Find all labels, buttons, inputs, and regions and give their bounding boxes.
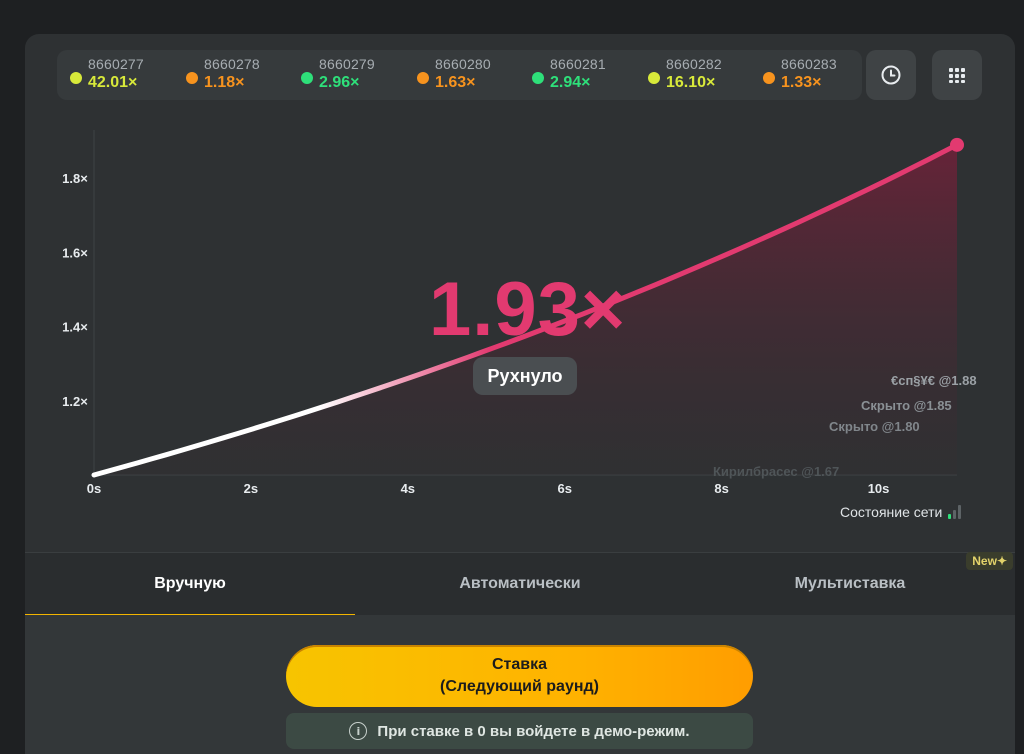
y-tick-label: 1.6× (62, 245, 88, 260)
crashed-badge: Рухнуло (473, 357, 577, 395)
cashout-label: Кирилбрасес @1.67 (713, 464, 840, 479)
x-tick-label: 2s (244, 481, 258, 496)
info-text: При ставке в 0 вы войдете в демо-режим. (377, 722, 690, 740)
cashout-label: €сп§¥€ @1.88 (891, 373, 977, 388)
bet-mode-tabs: Вручную Автоматически Мультиставка New✦ (25, 552, 1015, 616)
cashout-label: Скрыто @1.85 (861, 398, 952, 413)
game-panel: 8660277 42.01× 8660278 1.18× 8660279 2.9… (25, 34, 1015, 754)
tab-manual[interactable]: Вручную (25, 553, 355, 615)
x-tick-label: 8s (714, 481, 728, 496)
network-status: Состояние сети (840, 504, 962, 520)
bet-area: Ставка (Следующий раунд) i При ставке в … (25, 615, 1015, 754)
current-multiplier: 1.93× (429, 267, 627, 352)
x-tick-label: 0s (87, 481, 101, 496)
demo-info-banner: i При ставке в 0 вы войдете в демо-режим… (286, 713, 753, 749)
bet-button-title: Ставка (491, 656, 548, 673)
bet-button-subtitle: (Следующий раунд) (440, 678, 599, 695)
x-tick-label: 10s (868, 481, 890, 496)
network-label: Состояние сети (840, 504, 943, 520)
y-tick-label: 1.2× (62, 394, 88, 409)
tab-label: Вручную (154, 575, 226, 592)
tab-label: Мультиставка (794, 575, 906, 592)
tab-label: Автоматически (459, 575, 581, 592)
tab-auto[interactable]: Автоматически (355, 553, 685, 615)
curve-end-point (950, 137, 964, 152)
new-badge: New✦ (966, 552, 1013, 570)
x-tick-label: 4s (401, 481, 415, 496)
place-bet-button[interactable]: Ставка (Следующий раунд) (286, 645, 753, 707)
y-tick-label: 1.4× (62, 320, 88, 335)
x-tick-label: 6s (557, 481, 571, 496)
cashout-label: Скрыто @1.80 (829, 419, 920, 434)
y-tick-label: 1.8× (62, 171, 88, 186)
tab-multibet[interactable]: Мультиставка New✦ (685, 552, 1015, 615)
info-icon: i (349, 722, 368, 740)
signal-icon (948, 505, 962, 519)
